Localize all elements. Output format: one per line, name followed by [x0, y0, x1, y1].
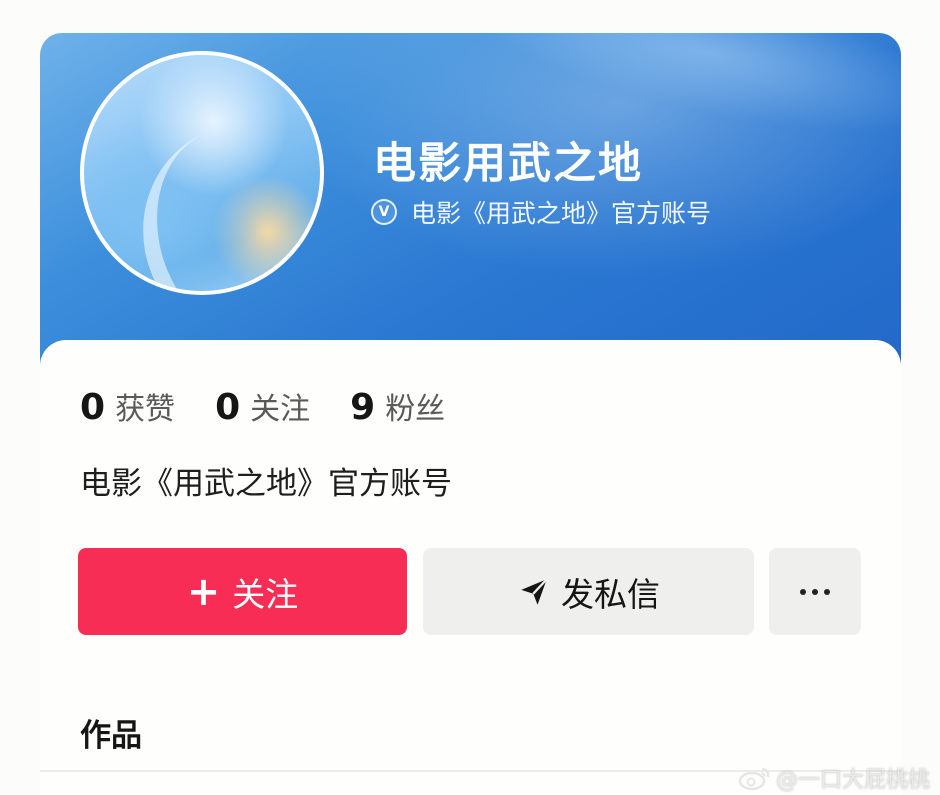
profile-bio: 电影《用武之地》官方账号: [80, 466, 452, 502]
follow-button[interactable]: + 关注: [78, 548, 407, 635]
stats-row: 0 获赞 0 关注 9 粉丝: [80, 384, 485, 432]
weibo-logo-icon: [738, 767, 770, 791]
profile-banner: 电影用武之地 V 电影《用武之地》官方账号: [40, 33, 901, 378]
verified-badge-row: V 电影《用武之地》官方账号: [371, 195, 711, 229]
profile-info-sheet: 0 获赞 0 关注 9 粉丝 电影《用武之地》官方账号 + 关注 发私信 作品: [40, 340, 901, 795]
stat-following-label: 关注: [250, 392, 311, 427]
watermark-text: @一口大屁桃桃: [775, 768, 930, 793]
avatar[interactable]: [80, 51, 324, 295]
profile-card: 电影用武之地 V 电影《用武之地》官方账号 0 获赞 0 关注 9 粉丝 电影《…: [40, 33, 901, 795]
avatar-artwork: [112, 96, 320, 291]
weibo-watermark: @一口大屁桃桃: [738, 763, 930, 793]
send-icon: [521, 577, 548, 605]
more-options-button[interactable]: [769, 548, 861, 635]
plus-icon: +: [186, 568, 221, 615]
verified-icon: V: [371, 199, 397, 225]
send-message-label: 发私信: [561, 574, 660, 614]
stat-likes-value: 0: [80, 387, 106, 428]
more-dots-icon: [800, 588, 830, 595]
stat-followers-value: 9: [350, 387, 376, 428]
follow-button-label: 关注: [232, 574, 299, 614]
stat-following[interactable]: 0 关注: [215, 384, 310, 428]
stat-following-value: 0: [215, 387, 241, 428]
profile-name: 电影用武之地: [373, 139, 643, 189]
tab-works[interactable]: 作品: [80, 710, 142, 755]
stat-followers[interactable]: 9 粉丝: [350, 384, 445, 428]
verified-label: 电影《用武之地》官方账号: [411, 199, 712, 228]
send-message-button[interactable]: 发私信: [423, 548, 754, 635]
stat-followers-label: 粉丝: [385, 392, 446, 427]
stat-likes[interactable]: 0 获赞: [80, 384, 175, 428]
stat-likes-label: 获赞: [115, 392, 176, 427]
